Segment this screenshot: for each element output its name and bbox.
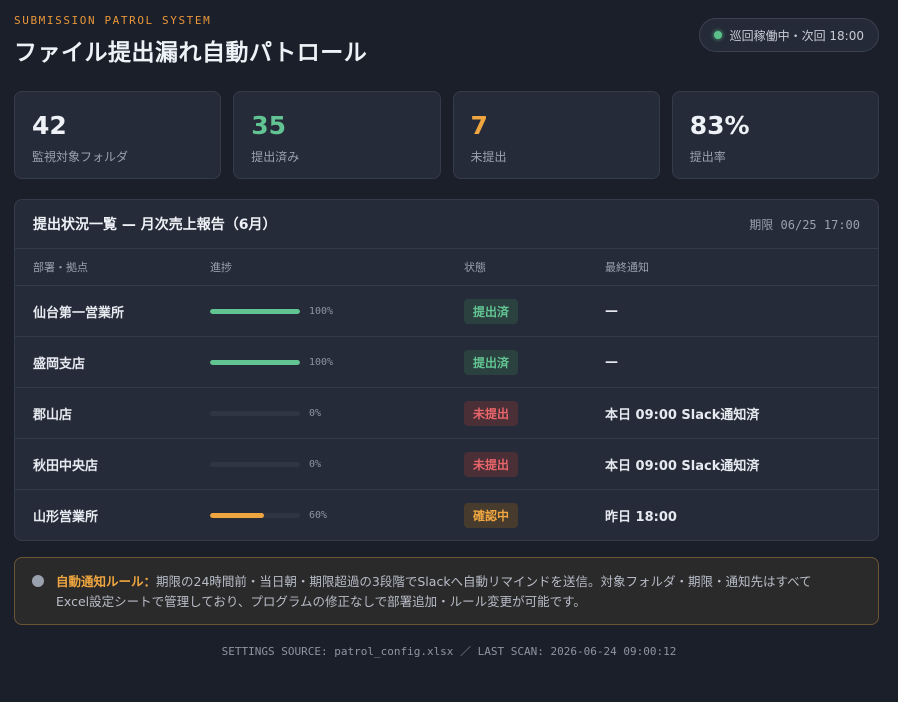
status-cell: 確認中 <box>464 503 605 528</box>
column-header-progress: 進捗 <box>210 261 232 274</box>
progress-track <box>210 513 300 518</box>
rule-text: 自動通知ルール：期限の24時間前・当日朝・期限超過の3段階でSlackへ自動リマ… <box>56 572 812 612</box>
status-badge: 提出済 <box>464 349 519 375</box>
stat-card-submitted: 35 提出済み <box>233 91 441 179</box>
progress-track <box>210 359 300 365</box>
rule-label: 自動通知ルール： <box>56 574 157 589</box>
settings-source-footer: SETTINGS SOURCE: patrol_config.xlsx ／ LA… <box>221 645 677 658</box>
progress-fill <box>210 308 300 314</box>
panel-title: 提出状況一覧 — 月次売上報告（6月） <box>33 217 277 233</box>
status-badge: 未提出 <box>464 400 519 426</box>
progress-cell: 100% <box>210 306 464 317</box>
table-row[interactable]: 秋田中央店 0% 未提出 本日 09:00 Slack通知済 <box>15 439 878 490</box>
progress-track <box>210 308 300 314</box>
progress-percent: 100% <box>309 356 334 368</box>
status-cell: 未提出 <box>464 451 605 477</box>
progress-percent: 60% <box>309 510 328 521</box>
progress-fill <box>210 359 300 365</box>
panel-header: 提出状況一覧 — 月次売上報告（6月） 期限 06/25 17:00 <box>15 200 878 249</box>
patrol-status-text: 巡回稼働中・次回 18:00 <box>729 28 864 43</box>
table-row[interactable]: 盛岡支店 100% 提出済 — <box>15 337 878 388</box>
status-cell: 提出済 <box>464 349 605 375</box>
status-cell: 未提出 <box>464 400 605 426</box>
status-badge: 提出済 <box>464 298 519 324</box>
last-notice: — <box>605 354 618 370</box>
column-header-notice: 最終通知 <box>605 261 649 274</box>
progress-track <box>210 410 300 416</box>
stat-label: 提出率 <box>689 150 726 164</box>
progress-fill <box>210 513 264 518</box>
table-row[interactable]: 仙台第一営業所 100% 提出済 — <box>15 286 878 337</box>
column-header-status: 状態 <box>464 261 486 274</box>
stat-value: 7 <box>470 111 488 140</box>
progress-track <box>210 461 300 467</box>
dept-name: 盛岡支店 <box>33 356 86 372</box>
progress-percent: 0% <box>309 407 322 419</box>
auto-notify-rule-note: 自動通知ルール：期限の24時間前・当日朝・期限超過の3段階でSlackへ自動リマ… <box>14 557 879 625</box>
dept-name: 秋田中央店 <box>33 458 99 474</box>
last-notice: 本日 09:00 Slack通知済 <box>605 458 760 474</box>
info-dot-icon <box>32 575 44 587</box>
table-row[interactable]: 山形営業所 60% 確認中 昨日 18:00 <box>15 490 878 540</box>
dept-name: 郡山店 <box>33 407 73 423</box>
column-header-dept: 部署・拠点 <box>33 261 88 274</box>
progress-percent: 100% <box>309 305 334 317</box>
rule-line-2: Excel設定シートで管理しており、プログラムの修正なしで部署追加・ルール変更が… <box>56 594 586 609</box>
progress-cell: 0% <box>210 408 464 419</box>
stat-card-missing: 7 未提出 <box>452 91 660 179</box>
stat-label: 提出済み <box>251 150 300 164</box>
last-notice: — <box>605 303 618 319</box>
stat-value: 83% <box>689 111 750 140</box>
dept-name: 山形営業所 <box>33 510 99 525</box>
stat-card-monitored: 42 監視対象フォルダ <box>14 91 222 179</box>
status-badge: 未提出 <box>464 451 519 477</box>
stats-row: 42 監視対象フォルダ 35 提出済み 7 未提出 83% 提出率 <box>14 91 879 179</box>
stat-card-rate: 83% 提出率 <box>671 91 879 179</box>
progress-cell: 60% <box>210 510 464 521</box>
stat-label: 監視対象フォルダ <box>32 150 129 164</box>
progress-cell: 100% <box>210 357 464 368</box>
progress-cell: 0% <box>210 459 464 470</box>
header: SUBMISSION PATROL SYSTEM ファイル提出漏れ自動パトロール… <box>14 14 879 70</box>
table-row[interactable]: 郡山店 0% 未提出 本日 09:00 Slack通知済 <box>15 388 878 439</box>
status-badge: 確認中 <box>464 503 519 528</box>
stat-value: 42 <box>32 111 67 140</box>
last-notice: 本日 09:00 Slack通知済 <box>605 407 760 423</box>
stat-value: 35 <box>251 111 287 140</box>
submission-status-panel: 提出状況一覧 — 月次売上報告（6月） 期限 06/25 17:00 部署・拠点… <box>14 199 879 541</box>
patrol-status-badge: 巡回稼働中・次回 18:00 <box>698 18 879 52</box>
last-notice: 昨日 18:00 <box>605 510 677 525</box>
dept-name: 仙台第一営業所 <box>33 305 125 321</box>
progress-percent: 0% <box>309 458 322 470</box>
table-header: 部署・拠点 進捗 状態 最終通知 <box>15 249 878 286</box>
status-dot-icon <box>713 31 722 39</box>
deadline-label: 期限 06/25 17:00 <box>749 217 860 232</box>
stat-label: 未提出 <box>470 150 507 164</box>
rule-line-1: 期限の24時間前・当日朝・期限超過の3段階でSlackへ自動リマインドを送信。対… <box>156 574 812 589</box>
status-cell: 提出済 <box>464 298 605 324</box>
